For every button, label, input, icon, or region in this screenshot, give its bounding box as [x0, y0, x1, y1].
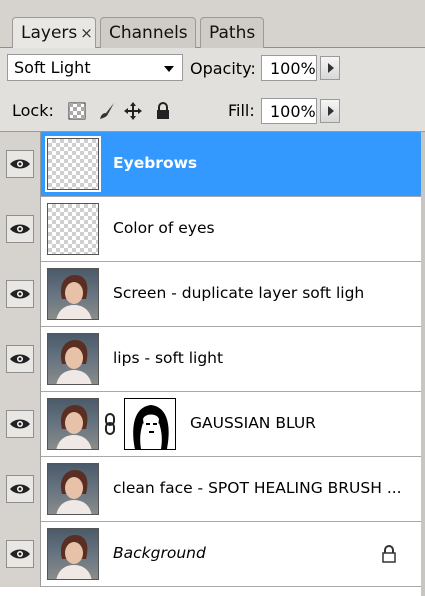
fill-slider-button[interactable] [320, 99, 340, 123]
visibility-toggle[interactable] [6, 280, 34, 308]
visibility-toggle[interactable] [6, 215, 34, 243]
visibility-toggle[interactable] [6, 345, 34, 373]
visibility-cell [0, 197, 41, 262]
layers-list: Eyebrows Color of eyes Screen - duplicat… [0, 132, 425, 596]
blend-mode-select[interactable]: Soft Light [7, 54, 183, 81]
lock-all-icon[interactable] [154, 102, 172, 120]
layer-name: clean face - SPOT HEALING BRUSH ... [113, 479, 402, 497]
tab-paths-label: Paths [209, 23, 256, 43]
portrait-thumbnail-image [56, 470, 92, 514]
layer-mask-thumbnail[interactable] [124, 398, 176, 450]
layer-thumbnail [45, 136, 101, 192]
layer-thumbnail [47, 268, 99, 320]
tab-paths[interactable]: Paths [200, 17, 264, 48]
panel-tab-bar: Layers × Channels Paths [0, 0, 425, 49]
layer-row-screen-duplicate[interactable]: Screen - duplicate layer soft ligh [0, 262, 425, 327]
blend-options-row: Soft Light Opacity: 100% [0, 48, 425, 90]
lock-transparent-icon[interactable] [68, 102, 86, 120]
close-icon[interactable]: × [80, 24, 93, 42]
layer-row-clean-face[interactable]: clean face - SPOT HEALING BRUSH ... [0, 457, 425, 522]
opacity-field[interactable]: 100% [261, 55, 317, 81]
tab-layers[interactable]: Layers × [12, 17, 96, 49]
visibility-cell [0, 392, 41, 457]
eye-icon [10, 159, 30, 169]
layer-thumbnail [47, 528, 99, 580]
eye-icon [10, 419, 30, 429]
chevron-down-icon [164, 66, 174, 72]
layer-thumbnail [47, 333, 99, 385]
visibility-cell [0, 522, 41, 587]
eye-icon [10, 354, 30, 364]
visibility-toggle[interactable] [6, 150, 34, 178]
visibility-cell [0, 132, 41, 197]
layer-name: Screen - duplicate layer soft ligh [113, 284, 365, 302]
brush-icon[interactable] [98, 102, 116, 120]
fill-label: Fill: [228, 101, 255, 120]
layer-lock-icon [382, 545, 396, 563]
portrait-thumbnail-image [56, 275, 92, 319]
layer-row-lips[interactable]: lips - soft light [0, 327, 425, 392]
move-icon[interactable] [124, 102, 142, 120]
tab-channels[interactable]: Channels [100, 17, 196, 48]
layer-name: Background [113, 544, 206, 562]
portrait-thumbnail-image [56, 340, 92, 384]
blend-mode-value: Soft Light [14, 58, 91, 77]
visibility-toggle[interactable] [6, 475, 34, 503]
visibility-cell [0, 327, 41, 392]
lock-label: Lock: [12, 101, 54, 120]
tab-layers-label: Layers [21, 23, 78, 43]
lock-options-row: Lock: Fill: 100% [0, 90, 425, 132]
portrait-thumbnail-image [56, 405, 92, 449]
layer-row-eyebrows[interactable]: Eyebrows [0, 132, 425, 197]
portrait-thumbnail-image [56, 535, 92, 579]
layer-name: Color of eyes [113, 219, 215, 237]
layer-name: GAUSSIAN BLUR [190, 414, 316, 432]
layer-thumbnail [47, 203, 99, 255]
layer-name: lips - soft light [113, 349, 224, 367]
visibility-cell [0, 457, 41, 522]
layer-thumbnail [47, 463, 99, 515]
layer-thumbnail [47, 398, 99, 450]
eye-icon [10, 289, 30, 299]
mask-silhouette-image [133, 405, 169, 449]
opacity-label: Opacity: [190, 59, 256, 78]
layer-row-color-of-eyes[interactable]: Color of eyes [0, 197, 425, 262]
eye-icon [10, 549, 30, 559]
visibility-toggle[interactable] [6, 540, 34, 568]
visibility-cell [0, 262, 41, 327]
visibility-toggle[interactable] [6, 410, 34, 438]
layer-row-background[interactable]: Background [0, 522, 425, 587]
eye-icon [10, 484, 30, 494]
scrollbar-edge[interactable] [421, 132, 425, 596]
tab-channels-label: Channels [109, 23, 188, 43]
eye-icon [10, 224, 30, 234]
opacity-slider-button[interactable] [320, 56, 340, 80]
chain-link-icon[interactable] [103, 413, 117, 435]
layer-name: Eyebrows [113, 154, 198, 172]
layer-row-gaussian-blur[interactable]: GAUSSIAN BLUR [0, 392, 425, 457]
fill-field[interactable]: 100% [261, 98, 317, 124]
